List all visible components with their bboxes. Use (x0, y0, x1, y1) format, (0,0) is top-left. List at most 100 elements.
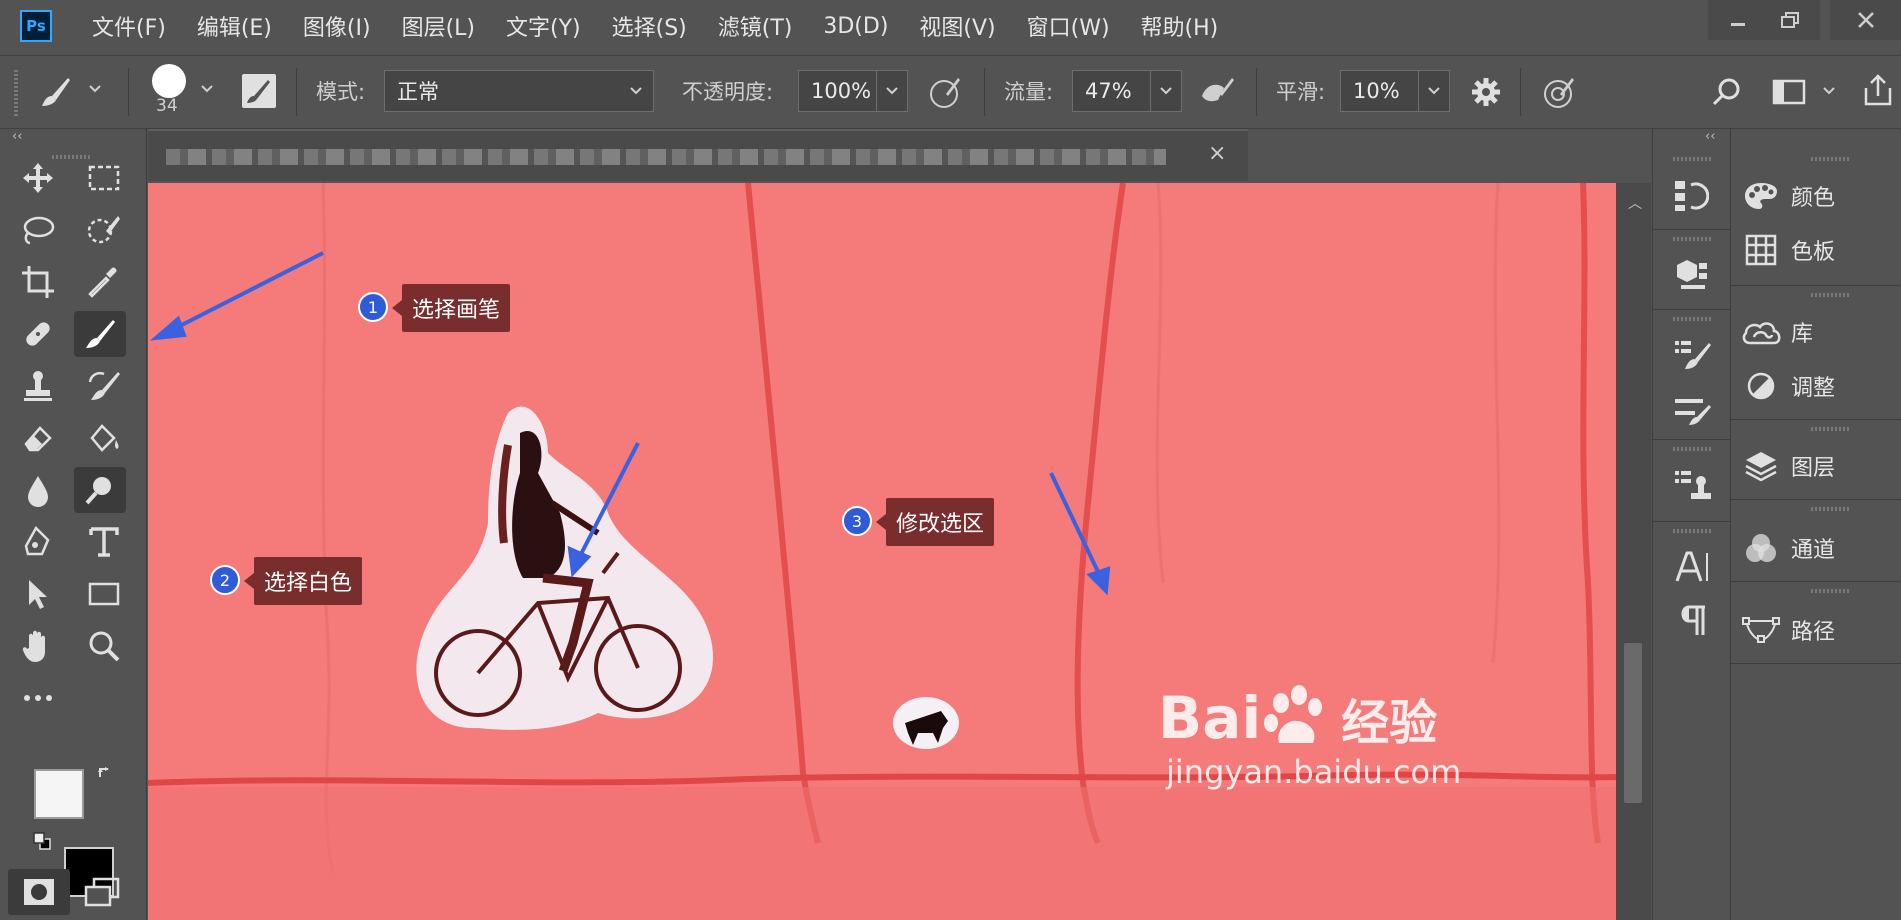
smoothing-value: 10% (1353, 79, 1400, 103)
clone-source-icon[interactable] (1673, 467, 1711, 503)
brush-presets-icon[interactable] (1673, 391, 1711, 427)
hand-tool-icon[interactable] (12, 623, 64, 669)
search-icon[interactable] (1710, 76, 1742, 108)
dodge-tool-icon[interactable] (74, 467, 126, 513)
quick-selection-tool-icon[interactable] (78, 207, 130, 253)
menu-view[interactable]: 视图(V) (919, 10, 995, 42)
panel-label-adjustments: 调整 (1791, 376, 1836, 401)
annotation-label-2: 选择白色 (243, 557, 363, 605)
history-brush-tool-icon[interactable] (78, 363, 130, 409)
blend-mode-select[interactable]: 正常 (384, 70, 654, 112)
panel-channels[interactable]: 通道 (1731, 521, 1901, 575)
crop-tool-icon[interactable] (12, 259, 64, 305)
restore-button[interactable] (1760, 0, 1820, 40)
zoom-tool-icon[interactable] (78, 623, 130, 669)
blur-tool-icon[interactable] (12, 467, 64, 513)
brush-settings-icon[interactable] (1673, 337, 1711, 373)
panel-paths[interactable]: 路径 (1731, 603, 1901, 657)
menu-edit[interactable]: 编辑(E) (197, 10, 272, 42)
foreground-color-swatch[interactable] (34, 769, 84, 819)
opacity-input[interactable]: 100% (798, 70, 878, 112)
gear-icon[interactable] (1470, 76, 1502, 108)
close-tab-icon[interactable]: × (1208, 141, 1226, 166)
flow-label: 流量: (1004, 80, 1054, 104)
menu-help[interactable]: 帮助(H) (1141, 10, 1219, 42)
watermark-brand: Bai (1158, 684, 1262, 752)
character-panel-icon[interactable] (1673, 549, 1711, 585)
scroll-up-icon[interactable]: ︿ (1628, 193, 1642, 213)
default-colors-icon[interactable] (32, 831, 52, 851)
paint-bucket-tool-icon[interactable] (78, 415, 130, 461)
chevron-down-icon (1428, 87, 1440, 95)
airbrush-icon[interactable] (1198, 74, 1238, 110)
chevron-down-icon[interactable] (200, 84, 214, 94)
share-icon[interactable] (1862, 72, 1894, 108)
adjustments-icon (1731, 371, 1791, 401)
swap-colors-icon[interactable] (96, 763, 116, 783)
collapse-arrows-icon[interactable]: ‹‹ (12, 129, 22, 144)
menu-bar: Ps 文件(F) 编辑(E) 图像(I) 图层(L) 文字(Y) 选择(S) 滤… (0, 0, 1901, 56)
healing-brush-tool-icon[interactable] (12, 311, 64, 357)
more-tools-icon[interactable] (12, 675, 64, 721)
brush-tool-icon[interactable] (74, 311, 126, 357)
panel-libraries[interactable]: 库 (1731, 305, 1901, 359)
pressure-opacity-icon[interactable] (928, 74, 964, 110)
menu-window[interactable]: 窗口(W) (1027, 10, 1110, 42)
menu-image[interactable]: 图像(I) (303, 10, 371, 42)
watermark-url: jingyan.baidu.com (1166, 753, 1462, 791)
document-canvas[interactable]: 1 选择画笔 2 选择白色 3 修改选区 Bai 经验 jingyan.baid… (148, 183, 1616, 920)
clone-stamp-tool-icon[interactable] (12, 363, 64, 409)
eraser-tool-icon[interactable] (12, 415, 64, 461)
tool-preset-brush-icon[interactable] (38, 74, 74, 110)
channels-icon (1731, 532, 1791, 564)
panel-swatches[interactable]: 色板 (1731, 223, 1901, 277)
flow-input[interactable]: 47% (1072, 70, 1152, 112)
brush-preview-icon[interactable] (152, 64, 186, 98)
collapse-arrows-icon[interactable]: ‹‹ (1705, 129, 1715, 144)
smoothing-dropdown-button[interactable] (1418, 70, 1450, 112)
chevron-down-icon[interactable] (88, 84, 102, 94)
path-selection-tool-icon[interactable] (12, 571, 64, 617)
type-tool-icon[interactable] (78, 519, 130, 565)
menu-select[interactable]: 选择(S) (612, 10, 687, 42)
flow-value: 47% (1085, 79, 1132, 103)
chevron-down-icon[interactable] (1822, 86, 1836, 96)
workspace-icon[interactable] (1772, 78, 1806, 106)
minimize-button[interactable] (1708, 0, 1768, 40)
eyedropper-tool-icon[interactable] (78, 259, 130, 305)
paths-icon (1731, 614, 1791, 646)
menu-file[interactable]: 文件(F) (92, 10, 166, 42)
brush-settings-panel-icon[interactable] (242, 74, 276, 108)
pen-tool-icon[interactable] (12, 519, 64, 565)
panel-color[interactable]: 颜色 (1731, 169, 1901, 223)
opacity-value: 100% (811, 79, 872, 103)
paragraph-panel-icon[interactable] (1677, 603, 1707, 637)
panel-adjustments[interactable]: 调整 (1731, 359, 1901, 413)
rectangle-tool-icon[interactable] (78, 571, 130, 617)
lasso-tool-icon[interactable] (12, 207, 64, 253)
panel-icon-dock: ‹‹ (1652, 129, 1730, 920)
smoothing-input[interactable]: 10% (1340, 70, 1420, 112)
symmetry-paint-icon[interactable] (1542, 74, 1578, 110)
screen-mode-icon[interactable] (84, 877, 120, 907)
tab-strip-background (1248, 129, 1651, 181)
marquee-tool-icon[interactable] (78, 155, 130, 201)
menu-filter[interactable]: 滤镜(T) (718, 10, 793, 42)
scrollbar-thumb[interactable] (1624, 643, 1642, 803)
annotation-label-1: 选择画笔 (391, 284, 511, 332)
menu-type[interactable]: 文字(Y) (506, 10, 581, 42)
panel-layers[interactable]: 图层 (1731, 439, 1901, 493)
flow-dropdown-button[interactable] (1150, 70, 1182, 112)
quick-mask-button[interactable] (8, 869, 70, 915)
menu-layer[interactable]: 图层(L) (402, 10, 475, 42)
main-menu: 文件(F) 编辑(E) 图像(I) 图层(L) 文字(Y) 选择(S) 滤镜(T… (92, 0, 1249, 52)
move-tool-icon[interactable] (12, 155, 64, 201)
opacity-dropdown-button[interactable] (876, 70, 908, 112)
document-tab[interactable]: × (148, 129, 1248, 181)
history-panel-icon[interactable] (1673, 177, 1709, 213)
chevron-down-icon (1160, 87, 1172, 95)
menu-3d[interactable]: 3D(D) (823, 14, 888, 39)
close-window-button[interactable] (1830, 0, 1901, 40)
3d-panel-icon[interactable] (1673, 255, 1709, 291)
canvas-vertical-scrollbar[interactable]: ︿ (1616, 183, 1651, 920)
